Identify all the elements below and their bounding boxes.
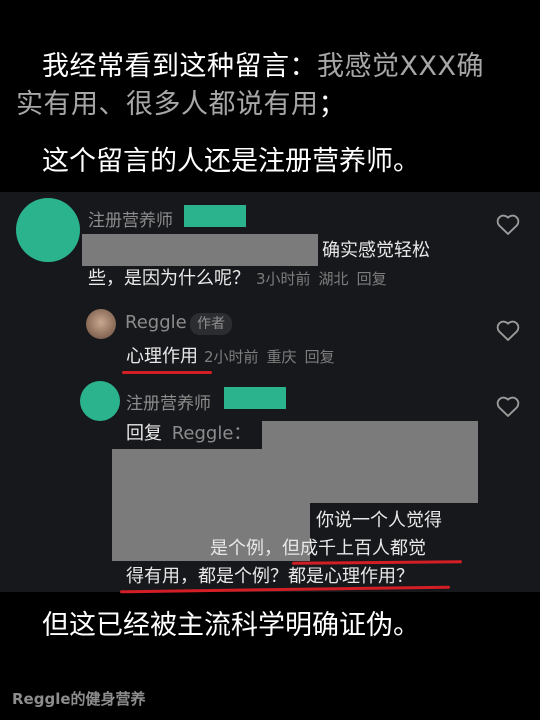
comment-text-line2: 些，是因为什么呢？ 3小时前 湖北 回复 [88, 268, 387, 289]
bottom-caption: 但这已经被主流科学明确证伪。 [42, 610, 420, 641]
comment-text-line2: 是个例，但成千上百人都觉 [210, 538, 426, 559]
top-caption-line1: 我经常看到这种留言：我感觉XXX确 [42, 51, 484, 82]
highlight-underline [122, 371, 212, 374]
comment-text: 心理作用 [126, 346, 198, 367]
top-caption: 我经常看到这种留言：我感觉XXX确 实有用、很多人都说有用； [0, 48, 540, 124]
comment-location: 湖北 [318, 270, 349, 288]
reply-prefix: 回复 [126, 423, 162, 444]
reply-button[interactable]: 回复 [357, 270, 387, 288]
reply-button[interactable]: 回复 [305, 348, 335, 366]
heart-outline-icon[interactable] [494, 392, 522, 420]
author-name[interactable]: Reggle [125, 312, 187, 333]
heart-outline-icon[interactable] [494, 316, 522, 344]
author-tag: 作者 [190, 313, 232, 335]
comment-text-line1: 你说一个人觉得 [316, 510, 442, 531]
redacted-text-block [82, 234, 318, 266]
comment-time: 3小时前 [256, 270, 311, 288]
top-caption-line2: 实有用、很多人都说有用； [16, 89, 346, 120]
comment-text: 确实感觉轻松 [322, 240, 430, 261]
heart-outline-icon[interactable] [494, 210, 522, 238]
avatar[interactable] [16, 198, 80, 262]
avatar[interactable] [80, 381, 120, 421]
commenter-name[interactable]: 注册营养师 [126, 389, 211, 414]
redacted-name-block [224, 387, 286, 409]
comment-time: 2小时前 [204, 348, 259, 366]
author-avatar[interactable] [86, 309, 116, 339]
comment-location: 重庆 [266, 348, 297, 366]
reply-text-line: 心理作用 2小时前 重庆 回复 [126, 344, 343, 370]
reply-to-name[interactable]: Reggle： [172, 423, 252, 444]
watermark: Reggle的健身营养 [12, 690, 146, 708]
redacted-name-block [184, 205, 246, 227]
sub-caption: 这个留言的人还是注册营养师。 [42, 146, 420, 177]
reply-header: 回复 Reggle： [126, 421, 251, 447]
comment-panel: 注册营养师 确实感觉轻松 些，是因为什么呢？ 3小时前 湖北 回复 Reggle 作者… [0, 192, 540, 594]
commenter-name[interactable]: 注册营养师 [88, 206, 173, 231]
